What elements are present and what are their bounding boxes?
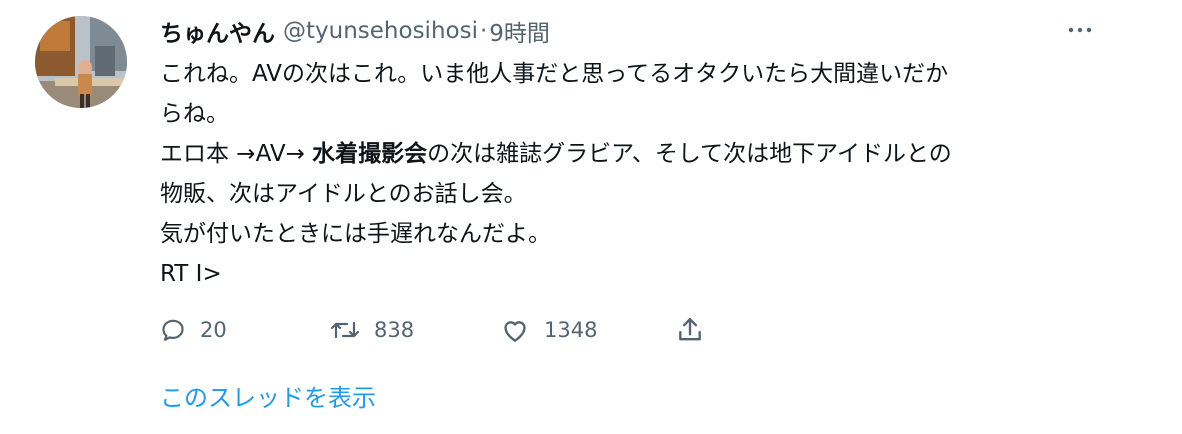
reply-icon <box>162 319 184 341</box>
display-name[interactable]: ちゅんやん <box>160 14 275 48</box>
more-horizontal-icon <box>1068 27 1092 33</box>
timestamp[interactable]: 9時間 <box>489 14 550 48</box>
retweet-icon <box>330 321 360 339</box>
tweet-text-line: 物販、次はアイドルとのお話し会。 <box>160 181 527 207</box>
tweet-text-line: 気が付いたときには手遅れなんだよ。 <box>160 221 551 247</box>
heart-icon <box>504 321 526 342</box>
tweet-text-line: RT I> <box>160 261 222 287</box>
reply-count: 20 <box>200 318 227 342</box>
tweet-text-line: らね。 <box>160 101 229 127</box>
retweet-button[interactable]: 838 <box>330 314 414 346</box>
tweet-text-segment: エロ本 →AV→ <box>160 141 313 167</box>
tweet-text-segment: の次は雑誌グラビア、そして次は地下アイドルとの <box>427 141 952 167</box>
more-options-button[interactable] <box>1066 20 1094 40</box>
tweet-text: これね。AVの次はこれ。いま他人事だと思ってるオタクいたら大間違いだか らね。 … <box>160 54 1120 294</box>
tweet[interactable]: ちゅんやん @tyunsehosihosi · 9時間 これね。AVの次はこれ。… <box>0 0 1182 434</box>
like-count: 1348 <box>544 318 598 342</box>
separator-dot: · <box>479 18 488 44</box>
tweet-header: ちゅんやん @tyunsehosihosi · 9時間 <box>160 14 550 48</box>
tweet-text-bold: 水着撮影会 <box>312 141 428 167</box>
tweet-actions: 20 838 1348 <box>160 314 720 346</box>
avatar[interactable] <box>35 16 127 108</box>
retweet-count: 838 <box>374 318 415 342</box>
reply-button[interactable]: 20 <box>160 314 227 346</box>
user-handle[interactable]: @tyunsehosihosi <box>283 18 478 44</box>
like-button[interactable]: 1348 <box>500 314 597 346</box>
tweet-text-line: エロ本 →AV→ 水着撮影会の次は雑誌グラビア、そして次は地下アイドルとの <box>160 134 1120 174</box>
tweet-text-line: これね。AVの次はこれ。いま他人事だと思ってるオタクいたら大間違いだか <box>160 61 949 87</box>
share-button[interactable] <box>677 314 703 346</box>
avatar-photo <box>35 16 127 108</box>
share-icon <box>679 318 701 341</box>
show-thread-link[interactable]: このスレッドを表示 <box>160 378 376 413</box>
